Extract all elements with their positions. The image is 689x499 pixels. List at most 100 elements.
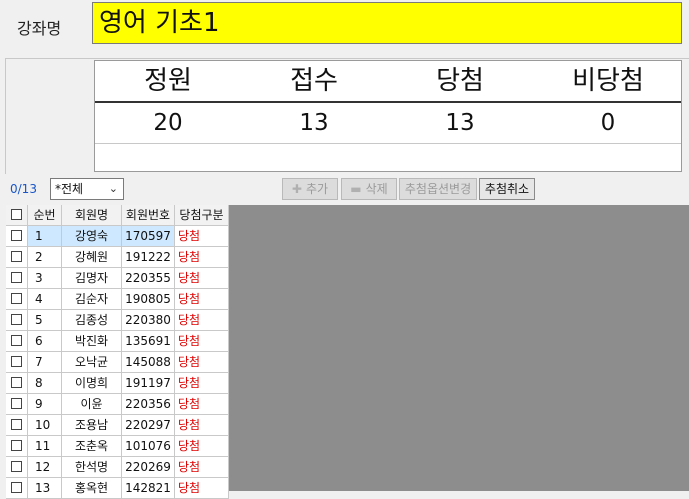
table-row[interactable]: 4 김순자 190805 당첨: [6, 289, 229, 310]
stats-value-row: 20 13 13 0: [95, 103, 681, 144]
cell-num: 8: [28, 373, 62, 393]
column-header-name[interactable]: 회원명: [62, 205, 122, 225]
row-checkbox[interactable]: [11, 461, 22, 472]
row-checkbox[interactable]: [11, 251, 22, 262]
column-header-num[interactable]: 순번: [28, 205, 62, 225]
row-checkbox[interactable]: [11, 356, 22, 367]
cell-draw-status: 당첨: [175, 331, 229, 351]
divider: [5, 58, 6, 174]
stats-header-row: 정원 접수 당첨 비당첨: [95, 61, 681, 103]
table-row[interactable]: 5 김종성 220380 당첨: [6, 310, 229, 331]
chevron-down-icon: ⌄: [108, 182, 118, 195]
cancel-draw-button[interactable]: 추첨취소: [479, 178, 535, 200]
cell-draw-status: 당첨: [175, 373, 229, 393]
stat-header-received: 접수: [290, 66, 338, 96]
table-row[interactable]: 12 한석명 220269 당첨: [6, 457, 229, 478]
filter-dropdown[interactable]: *전체 ⌄: [50, 178, 124, 200]
cell-member-name: 강혜원: [62, 247, 122, 267]
select-all-checkbox[interactable]: [11, 209, 22, 220]
cell-draw-status: 당첨: [175, 478, 229, 498]
row-checkbox-cell[interactable]: [6, 373, 28, 393]
cell-member-name: 이윤: [62, 394, 122, 414]
cell-member-name: 박진화: [62, 331, 122, 351]
row-checkbox[interactable]: [11, 419, 22, 430]
table-row[interactable]: 8 이명희 191197 당첨: [6, 373, 229, 394]
cell-draw-status: 당첨: [175, 394, 229, 414]
row-checkbox-cell[interactable]: [6, 457, 28, 477]
course-name-label: 강좌명: [17, 19, 62, 38]
row-checkbox[interactable]: [11, 377, 22, 388]
row-checkbox-cell[interactable]: [6, 247, 28, 267]
row-checkbox-cell[interactable]: [6, 478, 28, 498]
divider: [5, 58, 689, 59]
cell-member-id: 220355: [122, 268, 175, 288]
minus-icon: ▬: [350, 182, 362, 196]
row-checkbox[interactable]: [11, 398, 22, 409]
row-checkbox[interactable]: [11, 230, 22, 241]
delete-button-label: 삭제: [365, 182, 388, 196]
cell-num: 4: [28, 289, 62, 309]
column-header-status[interactable]: 당첨구분: [175, 205, 229, 225]
row-checkbox-cell[interactable]: [6, 289, 28, 309]
row-checkbox-cell[interactable]: [6, 352, 28, 372]
delete-button[interactable]: ▬ 삭제: [341, 178, 397, 200]
stat-value-won: 13: [445, 110, 475, 136]
stat-value-capacity: 20: [153, 110, 183, 136]
course-name-field[interactable]: 영어 기초1: [92, 2, 682, 44]
table-row[interactable]: 2 강혜원 191222 당첨: [6, 247, 229, 268]
course-row: 강좌명 영어 기초1: [0, 0, 689, 58]
row-checkbox-cell[interactable]: [6, 310, 28, 330]
row-checkbox-cell[interactable]: [6, 331, 28, 351]
cell-num: 13: [28, 478, 62, 498]
row-checkbox[interactable]: [11, 293, 22, 304]
row-checkbox-cell[interactable]: [6, 436, 28, 456]
row-checkbox[interactable]: [11, 314, 22, 325]
cell-member-id: 142821: [122, 478, 175, 498]
cell-member-id: 220269: [122, 457, 175, 477]
filter-value: *전체: [55, 182, 84, 196]
cell-num: 6: [28, 331, 62, 351]
table-row[interactable]: 10 조용남 220297 당첨: [6, 415, 229, 436]
stats-summary: 정원 접수 당첨 비당첨 20 13 13 0: [94, 60, 682, 172]
add-button[interactable]: ✚ 추가: [282, 178, 338, 200]
row-checkbox-cell[interactable]: [6, 415, 28, 435]
table-row[interactable]: 1 강영숙 170597 당첨: [6, 226, 229, 247]
column-header-id[interactable]: 회원번호: [122, 205, 175, 225]
cell-member-name: 강영숙: [62, 226, 122, 246]
cell-draw-status: 당첨: [175, 310, 229, 330]
row-checkbox-cell[interactable]: [6, 226, 28, 246]
select-all-checkbox-cell[interactable]: [6, 205, 28, 225]
cell-draw-status: 당첨: [175, 268, 229, 288]
cell-draw-status: 당첨: [175, 415, 229, 435]
cell-num: 2: [28, 247, 62, 267]
cell-member-id: 170597: [122, 226, 175, 246]
cell-member-name: 김명자: [62, 268, 122, 288]
row-checkbox[interactable]: [11, 272, 22, 283]
table-row[interactable]: 3 김명자 220355 당첨: [6, 268, 229, 289]
table-row[interactable]: 7 오낙균 145088 당첨: [6, 352, 229, 373]
cell-member-id: 220380: [122, 310, 175, 330]
cell-member-id: 145088: [122, 352, 175, 372]
cell-num: 9: [28, 394, 62, 414]
change-draw-option-button[interactable]: 추첨옵션변경: [399, 178, 477, 200]
stat-value-received: 13: [299, 110, 329, 136]
add-button-label: 추가: [305, 182, 329, 196]
row-checkbox[interactable]: [11, 335, 22, 346]
cell-member-name: 오낙균: [62, 352, 122, 372]
row-checkbox-cell[interactable]: [6, 268, 28, 288]
table-row[interactable]: 13 홍옥현 142821 당첨: [6, 478, 229, 499]
cell-draw-status: 당첨: [175, 226, 229, 246]
cell-num: 5: [28, 310, 62, 330]
table-row[interactable]: 11 조춘옥 101076 당첨: [6, 436, 229, 457]
row-checkbox-cell[interactable]: [6, 394, 28, 414]
cell-num: 1: [28, 226, 62, 246]
cell-num: 11: [28, 436, 62, 456]
row-checkbox[interactable]: [11, 440, 22, 451]
table-row[interactable]: 6 박진화 135691 당첨: [6, 331, 229, 352]
cell-member-id: 101076: [122, 436, 175, 456]
cell-member-id: 135691: [122, 331, 175, 351]
cell-member-id: 190805: [122, 289, 175, 309]
cell-member-name: 이명희: [62, 373, 122, 393]
row-checkbox[interactable]: [11, 482, 22, 493]
table-row[interactable]: 9 이윤 220356 당첨: [6, 394, 229, 415]
